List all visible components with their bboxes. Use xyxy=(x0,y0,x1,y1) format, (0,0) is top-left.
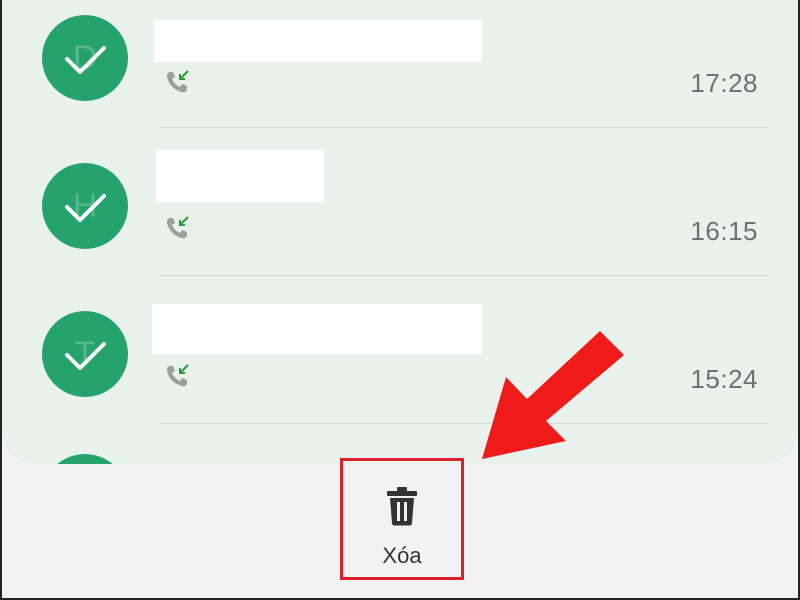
checkmark-icon xyxy=(65,342,106,370)
call-log-list: D 17:28 H 16:15 T 15:24 xyxy=(2,0,798,464)
avatar-selected-partial[interactable] xyxy=(42,454,128,464)
call-time: 16:15 xyxy=(690,216,758,246)
delete-label: Xóa xyxy=(382,543,422,568)
avatar-selected[interactable]: T xyxy=(42,311,128,397)
call-time: 15:24 xyxy=(690,364,758,394)
incoming-call-icon xyxy=(167,216,189,239)
divider xyxy=(160,127,768,128)
incoming-call-icon xyxy=(167,70,189,93)
contact-name-redacted xyxy=(156,150,324,202)
arrow-annotation-icon xyxy=(482,331,624,459)
checkmark-icon xyxy=(65,46,106,74)
call-time: 17:28 xyxy=(690,68,758,98)
avatar-selected[interactable]: D xyxy=(42,15,128,101)
checkmark-icon xyxy=(65,194,106,222)
trash-icon xyxy=(387,487,417,526)
contact-name-redacted xyxy=(154,20,482,62)
avatar-selected[interactable]: H xyxy=(42,163,128,249)
call-log-item[interactable]: T 15:24 xyxy=(2,278,798,426)
contact-name-redacted xyxy=(152,304,482,354)
divider xyxy=(160,275,768,276)
call-log-item[interactable]: D 17:28 xyxy=(2,0,798,130)
incoming-call-icon xyxy=(167,364,189,387)
delete-button[interactable]: Xóa xyxy=(340,458,464,580)
divider xyxy=(160,423,768,424)
call-log-item[interactable]: H 16:15 xyxy=(2,130,798,278)
